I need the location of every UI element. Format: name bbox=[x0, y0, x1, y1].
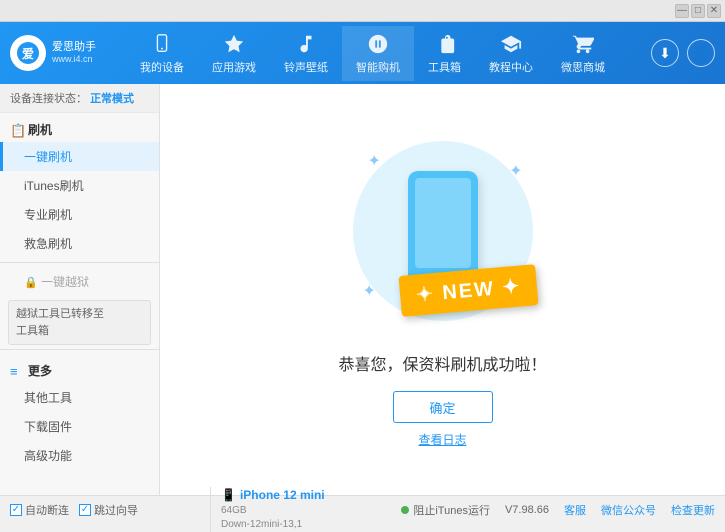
header: 爱 爱思助手 www.i4.cn 我的设备 应用游戏 bbox=[0, 22, 725, 84]
nav-apps-games[interactable]: 应用游戏 bbox=[198, 26, 270, 81]
skip-wizard-checkbox[interactable]: ✓ 跳过向导 bbox=[79, 502, 138, 518]
nav-smart-shop[interactable]: 智能购机 bbox=[342, 26, 414, 81]
status-label: 设备连接状态： bbox=[10, 93, 87, 105]
nav-toolbox[interactable]: 工具箱 bbox=[414, 26, 475, 81]
sparkle-2: ✦ bbox=[509, 161, 522, 181]
bottom-bar: ✓ 自动断连 ✓ 跳过向导 📱 iPhone 12 mini 64GB Down… bbox=[0, 495, 725, 523]
device-name: iPhone 12 mini bbox=[240, 487, 325, 504]
sidebar-item-save-flash[interactable]: 救急刷机 bbox=[0, 229, 159, 258]
toolbox-icon bbox=[433, 32, 457, 56]
auto-logout-label: 自动断连 bbox=[25, 502, 69, 518]
sparkle-3: ✦ bbox=[363, 281, 376, 301]
skip-wizard-check: ✓ bbox=[81, 504, 89, 515]
bottom-right: 阻止iTunes运行 V7.98.66 客服 微信公众号 检查更新 bbox=[401, 502, 715, 518]
skip-wizard-label: 跳过向导 bbox=[94, 502, 138, 518]
content-area: ✦ ✦ ✦ ✦ NEW ✦ 恭喜您，保资料刷机成功啦！ 确定 查看日志 bbox=[160, 84, 725, 495]
itunes-status: 阻止iTunes运行 bbox=[401, 502, 490, 518]
check-update-link[interactable]: 检查更新 bbox=[671, 502, 715, 518]
nav-my-device[interactable]: 我的设备 bbox=[126, 26, 198, 81]
sparkle-1: ✦ bbox=[368, 151, 381, 171]
flash-section-icon: 📋 bbox=[10, 123, 24, 137]
nav-tutorials-label: 教程中心 bbox=[489, 59, 533, 75]
itunes-indicator bbox=[401, 506, 409, 514]
logo-text: 爱思助手 www.i4.cn bbox=[52, 40, 96, 66]
title-bar: — □ ✕ bbox=[0, 0, 725, 22]
sidebar-item-one-key-flash[interactable]: 一键刷机 bbox=[0, 142, 159, 171]
status-value: 正常模式 bbox=[90, 93, 134, 105]
logo-name: 爱思助手 bbox=[52, 40, 96, 54]
store-icon bbox=[571, 32, 595, 56]
nav-toolbox-label: 工具箱 bbox=[428, 59, 461, 75]
itunes-status-label: 阻止iTunes运行 bbox=[413, 502, 490, 518]
flash-section-title: 📋 刷机 bbox=[0, 113, 159, 142]
device-phone-icon: 📱 bbox=[221, 487, 236, 504]
phone-illustration: ✦ ✦ ✦ ✦ NEW ✦ bbox=[343, 131, 543, 331]
logo-icon: 爱 bbox=[17, 42, 39, 64]
sidebar-item-download-firmware[interactable]: 下载固件 bbox=[0, 412, 159, 441]
sidebar-item-pro-flash[interactable]: 专业刷机 bbox=[0, 200, 159, 229]
more-section-title: ≡ 更多 bbox=[0, 354, 159, 383]
auto-logout-check: ✓ bbox=[12, 504, 20, 515]
nav-items: 我的设备 应用游戏 铃声壁纸 智能购机 bbox=[110, 26, 635, 81]
nav-wei-store[interactable]: 微思商城 bbox=[547, 26, 619, 81]
history-link[interactable]: 查看日志 bbox=[418, 431, 466, 448]
nav-ringtones-label: 铃声壁纸 bbox=[284, 59, 328, 75]
phone-screen bbox=[415, 178, 471, 268]
sidebar-jailbreak-disabled: 🔒 一键越狱 bbox=[0, 267, 159, 296]
more-section-icon: ≡ bbox=[10, 364, 24, 378]
device-storage: 64GB bbox=[221, 504, 247, 518]
nav-wei-store-label: 微思商城 bbox=[561, 59, 605, 75]
nav-ringtones[interactable]: 铃声壁纸 bbox=[270, 26, 342, 81]
sidebar-item-advanced[interactable]: 高级功能 bbox=[0, 441, 159, 470]
apps-icon bbox=[222, 32, 246, 56]
sidebar: 设备连接状态： 正常模式 📋 刷机 一键刷机 iTunes刷机 专业刷机 救急刷… bbox=[0, 84, 160, 495]
tutorials-icon bbox=[499, 32, 523, 56]
customer-service-link[interactable]: 客服 bbox=[564, 502, 586, 518]
nav-my-device-label: 我的设备 bbox=[140, 59, 184, 75]
success-message: 恭喜您，保资料刷机成功啦！ bbox=[338, 351, 546, 375]
minimize-button[interactable]: — bbox=[675, 4, 689, 18]
download-button[interactable]: ⬇ bbox=[651, 39, 679, 67]
header-right: ⬇ 👤 bbox=[635, 39, 715, 67]
sidebar-item-other-tools[interactable]: 其他工具 bbox=[0, 383, 159, 412]
divider-1 bbox=[0, 262, 159, 263]
logo-area: 爱 爱思助手 www.i4.cn bbox=[10, 35, 110, 71]
more-section-label: 更多 bbox=[28, 362, 52, 379]
device-icon bbox=[150, 32, 174, 56]
main-layout: 设备连接状态： 正常模式 📋 刷机 一键刷机 iTunes刷机 专业刷机 救急刷… bbox=[0, 84, 725, 495]
auto-logout-checkbox[interactable]: ✓ 自动断连 bbox=[10, 502, 69, 518]
device-status: 设备连接状态： 正常模式 bbox=[0, 84, 159, 113]
shop-icon bbox=[366, 32, 390, 56]
nav-tutorials[interactable]: 教程中心 bbox=[475, 26, 547, 81]
logo-circle: 爱 bbox=[10, 35, 46, 71]
skip-wizard-box[interactable]: ✓ bbox=[79, 504, 91, 516]
wechat-public-link[interactable]: 微信公众号 bbox=[601, 502, 656, 518]
flash-section-label: 刷机 bbox=[28, 121, 52, 138]
device-firmware: Down-12mini-13,1 bbox=[221, 518, 302, 532]
nav-apps-label: 应用游戏 bbox=[212, 59, 256, 75]
maximize-button[interactable]: □ bbox=[691, 4, 705, 18]
user-button[interactable]: 👤 bbox=[687, 39, 715, 67]
auto-logout-box[interactable]: ✓ bbox=[10, 504, 22, 516]
close-button[interactable]: ✕ bbox=[707, 4, 721, 18]
bottom-left: ✓ 自动断连 ✓ 跳过向导 bbox=[10, 502, 210, 518]
logo-url: www.i4.cn bbox=[52, 54, 96, 66]
sidebar-item-itunes-flash[interactable]: iTunes刷机 bbox=[0, 171, 159, 200]
bottom-device: 📱 iPhone 12 mini 64GB Down-12mini-13,1 bbox=[210, 487, 325, 532]
ringtones-icon bbox=[294, 32, 318, 56]
version-label: V7.98.66 bbox=[505, 504, 549, 516]
nav-smart-shop-label: 智能购机 bbox=[356, 59, 400, 75]
divider-2 bbox=[0, 349, 159, 350]
confirm-button[interactable]: 确定 bbox=[393, 391, 493, 423]
sidebar-jailbreak-info: 越狱工具已转移至工具箱 bbox=[8, 300, 151, 345]
